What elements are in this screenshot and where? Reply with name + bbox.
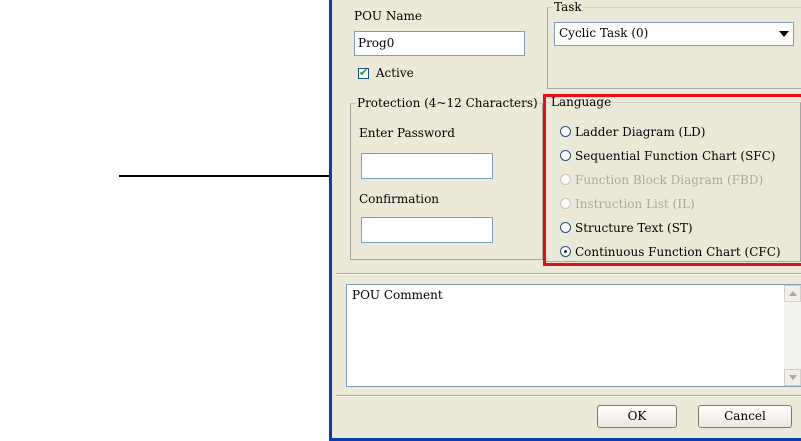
confirmation-input[interactable] (361, 217, 493, 243)
scroll-down-icon[interactable] (784, 369, 801, 386)
pou-name-label: POU Name (354, 9, 422, 23)
pou-name-input[interactable]: Prog0 (354, 31, 525, 56)
check-mark-icon: ✔ (359, 66, 369, 79)
cancel-button[interactable]: Cancel (698, 405, 792, 428)
protection-group: Protection (4~12 Characters) Enter Passw… (350, 96, 543, 260)
scroll-up-icon[interactable] (784, 285, 801, 302)
pou-comment-text: POU Comment (352, 288, 443, 302)
enter-password-label: Enter Password (359, 126, 455, 140)
task-group: Task Cyclic Task (0) (547, 0, 801, 89)
task-legend: Task (553, 0, 583, 14)
pou-properties-dialog: POU Name Prog0 ✔ Active Task Cyclic Task… (329, 0, 801, 441)
chevron-down-icon[interactable] (775, 24, 792, 44)
separator-top (336, 273, 801, 275)
confirmation-label: Confirmation (359, 192, 440, 206)
language-highlight-box (543, 94, 801, 266)
pou-comment-textarea[interactable]: POU Comment (346, 284, 801, 387)
active-checkbox-row[interactable]: ✔ Active (358, 66, 414, 80)
active-label: Active (375, 66, 414, 80)
ok-button[interactable]: OK (597, 405, 677, 428)
annotation-pointer-line (119, 175, 331, 177)
active-checkbox[interactable]: ✔ (358, 66, 369, 79)
comment-scrollbar[interactable] (784, 285, 801, 386)
task-dropdown-value: Cyclic Task (0) (559, 26, 649, 40)
protection-legend: Protection (4~12 Characters) (356, 96, 539, 110)
task-dropdown[interactable]: Cyclic Task (0) (554, 22, 794, 46)
separator-bottom (336, 395, 801, 397)
enter-password-input[interactable] (361, 153, 493, 179)
